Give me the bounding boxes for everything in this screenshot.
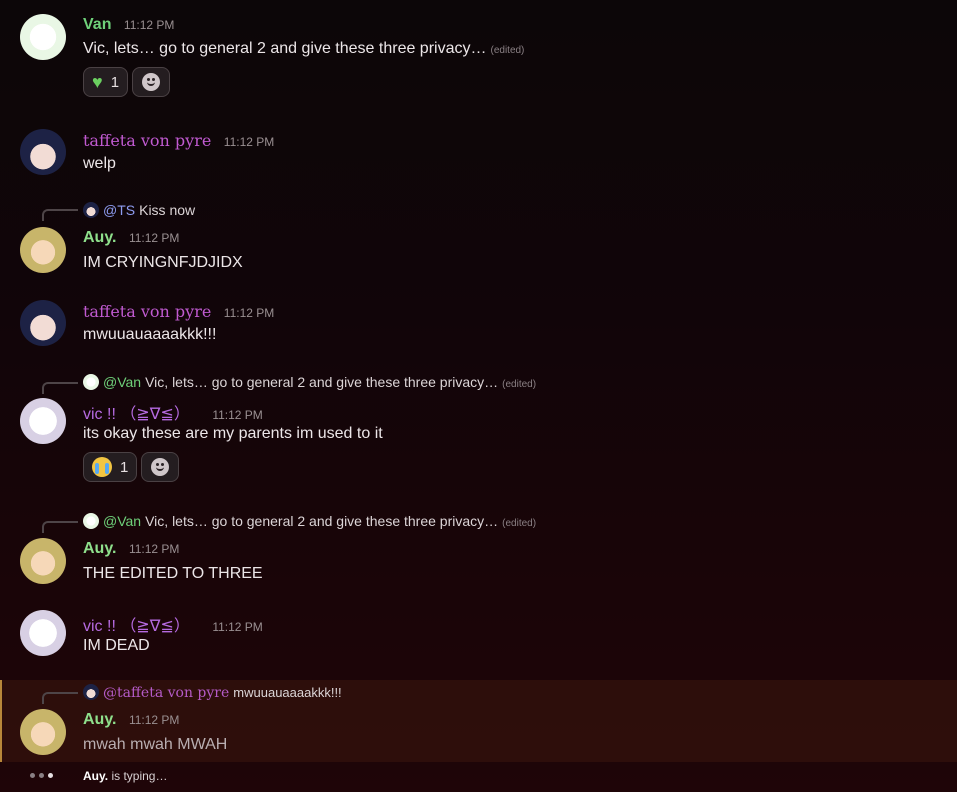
timestamp: 11:12 PM (223, 135, 275, 149)
edited-tag: (edited) (502, 518, 537, 529)
reply-connector (42, 521, 78, 533)
reply-connector (42, 382, 78, 394)
reply-avatar (83, 513, 99, 529)
message-text: welp (83, 155, 116, 172)
reply-connector (42, 209, 78, 221)
green-heart-icon: ♥ (92, 71, 103, 92)
reply-preview[interactable]: @Van Vic, lets… go to general 2 and give … (83, 513, 536, 529)
typing-dots-icon (30, 773, 53, 778)
reply-text: mwuuauaaaakkk!!! (233, 685, 342, 700)
timestamp: 11:12 PM (128, 231, 180, 245)
avatar-taffeta[interactable] (20, 129, 66, 175)
add-reaction-button[interactable] (141, 452, 180, 482)
message-text: IM DEAD (83, 637, 150, 654)
author-name[interactable]: taffeta von pyre (83, 302, 211, 321)
reply-mention[interactable]: @TS (103, 202, 135, 218)
timestamp: 11:12 PM (212, 408, 263, 422)
edited-tag: (edited) (490, 45, 525, 56)
reply-connector (42, 692, 78, 704)
avatar-auy[interactable] (20, 227, 66, 273)
avatar-auy[interactable] (20, 709, 66, 755)
reply-mention[interactable]: @Van (103, 513, 141, 529)
typing-user: Auy. (83, 769, 109, 783)
reply-preview[interactable]: @taffeta von pyre mwuuauaaaakkk!!! (83, 684, 342, 701)
reactions-bar: ♥ 1 (83, 67, 171, 97)
author-name[interactable]: taffeta von pyre (83, 131, 211, 150)
reply-avatar (83, 374, 99, 390)
typing-text: Auy. is typing… (83, 769, 167, 783)
reply-mention[interactable]: @taffeta von pyre (103, 685, 229, 701)
reply-text: Kiss now (139, 202, 196, 218)
loudly-crying-face-icon (92, 457, 112, 477)
author-name[interactable]: Van (83, 16, 111, 33)
author-name[interactable]: Auy. (83, 711, 116, 728)
message-text: mwuuauaaaakkk!!! (83, 326, 217, 343)
reply-mention[interactable]: @Van (103, 374, 141, 390)
reactions-bar: 1 (83, 452, 180, 482)
avatar-van[interactable] (20, 14, 66, 60)
message-body: Vic, lets… go to general 2 and give thes… (83, 40, 487, 57)
message-text: its okay these are my parents im used to… (83, 425, 383, 442)
reply-text: Vic, lets… go to general 2 and give thes… (145, 374, 499, 390)
timestamp: 11:12 PM (123, 18, 175, 32)
avatar-vic[interactable] (20, 398, 66, 444)
reaction-count: 1 (120, 458, 129, 476)
message-text: mwah mwah MWAH (83, 736, 228, 753)
message-text: THE EDITED TO THREE (83, 565, 263, 582)
typing-suffix: is typing… (108, 769, 168, 783)
smiley-icon (151, 458, 170, 476)
typing-indicator: Auy. is typing… (0, 768, 957, 788)
chat-messages: Van 11:12 PM Vic, lets… go to general 2 … (0, 0, 957, 792)
reaction-green-heart[interactable]: ♥ 1 (83, 67, 129, 97)
author-name[interactable]: vic !! （≧∇≦） (83, 618, 190, 635)
reply-preview[interactable]: @Van Vic, lets… go to general 2 and give … (83, 374, 536, 390)
avatar-auy[interactable] (20, 538, 66, 584)
author-name[interactable]: Auy. (83, 540, 116, 557)
timestamp: 11:12 PM (128, 542, 180, 556)
author-name[interactable]: Auy. (83, 229, 116, 246)
smiley-icon (142, 73, 161, 91)
timestamp: 11:12 PM (212, 620, 263, 634)
edited-tag: (edited) (502, 379, 537, 390)
message-text: IM CRYINGNFJDJIDX (83, 254, 243, 271)
avatar-taffeta[interactable] (20, 300, 66, 346)
reply-avatar (83, 202, 99, 218)
avatar-vic[interactable] (20, 610, 66, 656)
timestamp: 11:12 PM (128, 713, 180, 727)
author-name[interactable]: vic !! （≧∇≦） (83, 406, 190, 423)
reaction-loudly-crying[interactable]: 1 (83, 452, 138, 482)
reply-avatar (83, 684, 99, 700)
reaction-count: 1 (110, 73, 120, 91)
reply-text: Vic, lets… go to general 2 and give thes… (145, 513, 499, 529)
timestamp: 11:12 PM (223, 306, 275, 320)
reply-preview[interactable]: @TS Kiss now (83, 202, 195, 218)
message-text: Vic, lets… go to general 2 and give thes… (83, 40, 524, 58)
add-reaction-button[interactable] (132, 67, 171, 97)
